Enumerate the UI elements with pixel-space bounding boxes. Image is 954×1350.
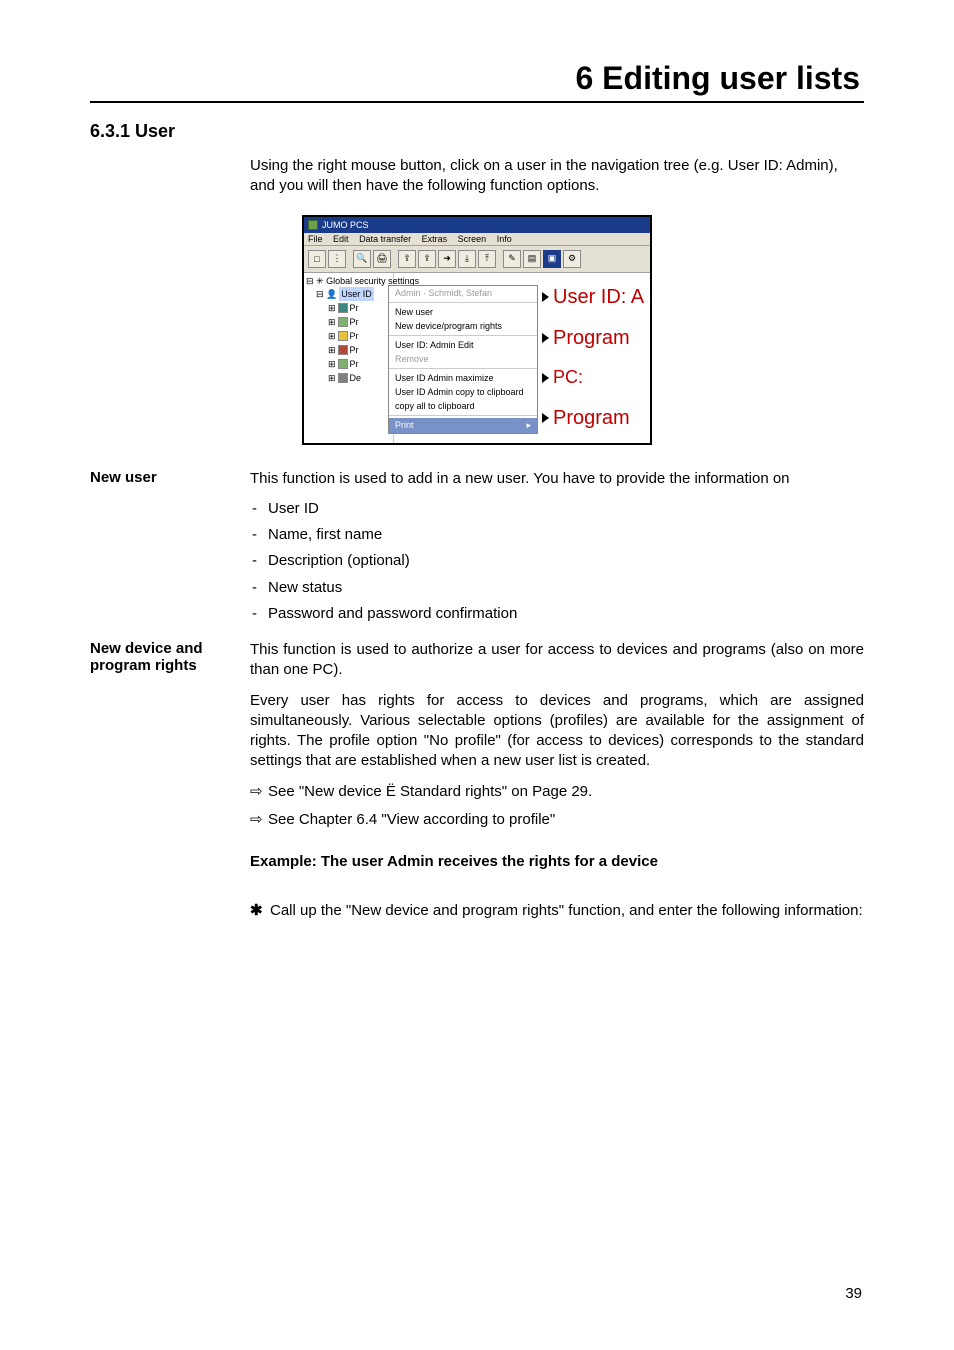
ctx-remove: Remove xyxy=(389,352,537,366)
tool-tree-icon[interactable]: ⋮ xyxy=(328,250,346,268)
list-item: Name, first name xyxy=(268,525,864,545)
tool-square-icon[interactable]: ▣ xyxy=(543,250,561,268)
tree-user-id[interactable]: User ID xyxy=(339,287,374,301)
tree-node[interactable]: Pr xyxy=(350,343,359,357)
menu-info[interactable]: Info xyxy=(497,234,512,244)
tool-doc-icon[interactable]: ▤ xyxy=(523,250,541,268)
ctx-print[interactable]: Print▸ xyxy=(389,418,537,433)
menubar[interactable]: File Edit Data transfer Extras Screen In… xyxy=(304,233,650,246)
intro-text: Using the right mouse button, click on a… xyxy=(250,156,864,197)
toolbar: □ ⋮ 🔍 🖨 ⇪ ⇪ ➜ ⤓ ⤒ ✎ ▤ ▣ ⚙ xyxy=(304,246,650,273)
see-ref-2: See Chapter 6.4 "View according to profi… xyxy=(250,810,864,830)
triangle-icon xyxy=(542,373,549,383)
tool-export2-icon[interactable]: ⇪ xyxy=(418,250,436,268)
node-icon xyxy=(338,345,348,355)
submenu-arrow-icon: ▸ xyxy=(526,420,531,431)
list-item: Description (optional) xyxy=(268,551,864,571)
node-icon xyxy=(338,331,348,341)
list-item: User ID xyxy=(268,499,864,519)
ctx-copy-all[interactable]: copy all to clipboard xyxy=(389,399,537,413)
tree-node[interactable]: Pr xyxy=(350,301,359,315)
node-icon xyxy=(338,317,348,327)
tree-node[interactable]: Pr xyxy=(350,357,359,371)
tool-arrow-icon[interactable]: ➜ xyxy=(438,250,456,268)
triangle-icon xyxy=(542,333,549,343)
tree-node[interactable]: Pr xyxy=(350,315,359,329)
see-ref-1: See "New device Ë Standard rights" on Pa… xyxy=(250,782,864,802)
nav-tree[interactable]: ⊟ ✳ Global security settings ⊟ 👤 User ID… xyxy=(304,273,394,443)
screenshot-body: ⊟ ✳ Global security settings ⊟ 👤 User ID… xyxy=(304,273,650,443)
chapter-title: 6 Editing user lists xyxy=(90,60,864,97)
app-icon xyxy=(308,220,318,230)
annot-userid: User ID: A xyxy=(553,286,644,308)
tool-print-icon[interactable]: 🖨 xyxy=(373,250,391,268)
ctx-new-device[interactable]: New device/program rights xyxy=(389,319,537,333)
new-user-list: User ID Name, first name Description (op… xyxy=(250,499,864,624)
star-instruction: Call up the "New device and program righ… xyxy=(250,900,864,921)
annot-program: Program xyxy=(553,327,630,349)
tree-node[interactable]: De xyxy=(350,371,362,385)
list-item: Password and password confirmation xyxy=(268,604,864,624)
menu-file[interactable]: File xyxy=(308,234,323,244)
node-icon xyxy=(338,373,348,383)
page-number: 39 xyxy=(845,1285,862,1302)
node-icon xyxy=(338,303,348,313)
new-device-p2: Every user has rights for access to devi… xyxy=(250,691,864,772)
ctx-header: Admin · Schmidt, Stefan xyxy=(389,286,537,300)
tool-up-icon[interactable]: ⤒ xyxy=(478,250,496,268)
tool-gear-icon[interactable]: ⚙ xyxy=(563,250,581,268)
divider xyxy=(90,101,864,103)
triangle-icon xyxy=(542,413,549,423)
menu-screen[interactable]: Screen xyxy=(458,234,487,244)
tool-preview-icon[interactable]: 🔍 xyxy=(353,250,371,268)
ctx-maximize[interactable]: User ID Admin maximize xyxy=(389,371,537,385)
screenshot-window: JUMO PCS File Edit Data transfer Extras … xyxy=(302,215,652,445)
tool-down-icon[interactable]: ⤓ xyxy=(458,250,476,268)
example-heading: Example: The user Admin receives the rig… xyxy=(250,852,864,872)
annotations: User ID: A Program PC: Program xyxy=(542,273,650,443)
context-menu[interactable]: Admin · Schmidt, Stefan New user New dev… xyxy=(388,285,538,434)
ctx-edit-user[interactable]: User ID: Admin Edit xyxy=(389,338,537,352)
tool-new-icon[interactable]: □ xyxy=(308,250,326,268)
annot-pc: PC: xyxy=(553,368,583,388)
new-device-p1: This function is used to authorize a use… xyxy=(250,640,864,681)
sidehead-new-user: New user xyxy=(90,469,250,486)
triangle-icon xyxy=(542,292,549,302)
list-item: New status xyxy=(268,578,864,598)
window-title: JUMO PCS xyxy=(322,220,369,230)
menu-edit[interactable]: Edit xyxy=(333,234,349,244)
titlebar: JUMO PCS xyxy=(304,217,650,233)
annot-program2: Program xyxy=(553,407,630,429)
node-icon xyxy=(338,359,348,369)
section-heading: 6.3.1 User xyxy=(90,121,864,142)
ctx-new-user[interactable]: New user xyxy=(389,305,537,319)
tool-export-icon[interactable]: ⇪ xyxy=(398,250,416,268)
tree-node[interactable]: Pr xyxy=(350,329,359,343)
sidehead-new-device: New device and program rights xyxy=(90,640,250,674)
new-user-text: This function is used to add in a new us… xyxy=(250,469,864,489)
menu-extras[interactable]: Extras xyxy=(422,234,448,244)
ctx-copy-clip[interactable]: User ID Admin copy to clipboard xyxy=(389,385,537,399)
tool-pen-icon[interactable]: ✎ xyxy=(503,250,521,268)
menu-datatransfer[interactable]: Data transfer xyxy=(359,234,411,244)
